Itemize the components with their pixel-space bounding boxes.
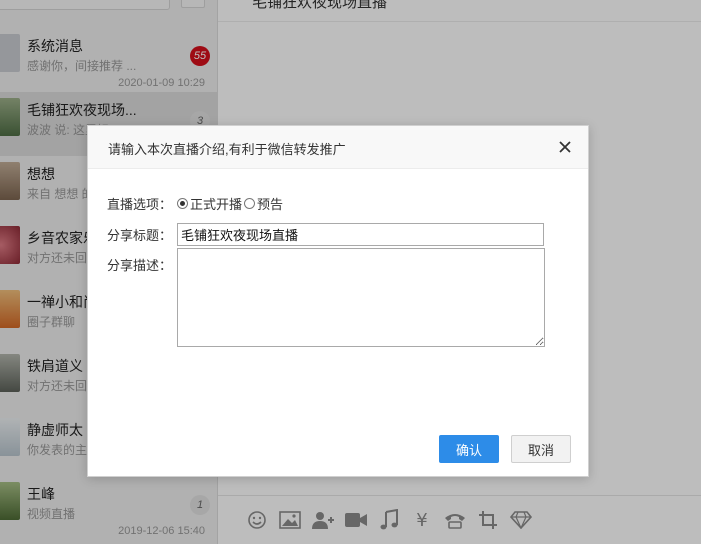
radio-preview[interactable] — [244, 198, 256, 209]
dialog-title: 请输入本次直播介绍,有利于微信转发推广 — [108, 142, 346, 157]
radio-live[interactable] — [177, 198, 188, 209]
live-option-group: 正式开播 预告 — [177, 194, 285, 213]
share-info-dialog: 请输入本次直播介绍,有利于微信转发推广 直播选项： 正式开播 预告 分享标题： … — [87, 125, 589, 477]
cancel-button[interactable]: 取消 — [511, 435, 571, 463]
share-desc-textarea[interactable] — [177, 248, 545, 347]
confirm-button[interactable]: 确认 — [439, 435, 499, 463]
close-icon[interactable] — [556, 138, 574, 156]
live-option-label: 直播选项： — [107, 197, 173, 212]
radio-live-label[interactable]: 正式开播 — [190, 194, 242, 213]
share-desc-label: 分享描述： — [107, 258, 173, 273]
share-title-label: 分享标题： — [107, 228, 173, 243]
share-title-input[interactable] — [177, 223, 544, 246]
dialog-header: 请输入本次直播介绍,有利于微信转发推广 — [88, 126, 588, 169]
radio-preview-label[interactable]: 预告 — [257, 194, 283, 213]
